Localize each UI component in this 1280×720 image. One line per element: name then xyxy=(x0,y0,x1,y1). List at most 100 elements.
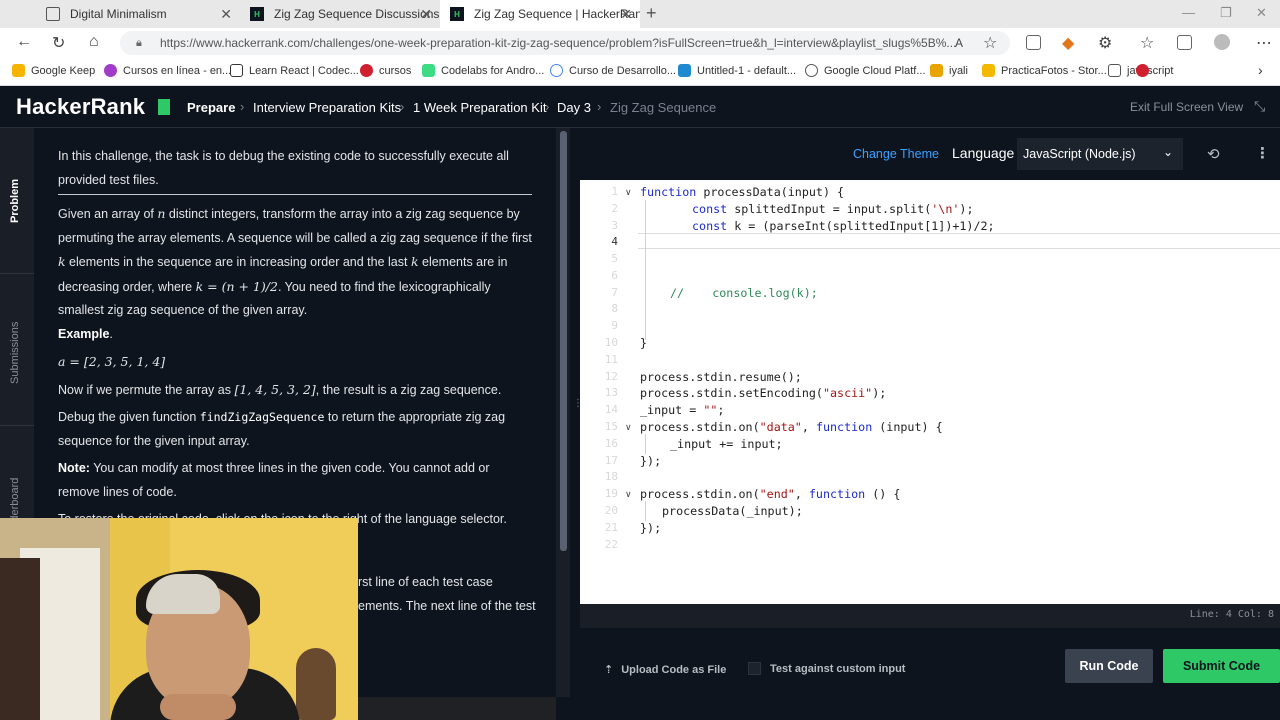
bookmark-item[interactable]: Google Cloud Platf... xyxy=(805,64,926,77)
hackerrank-logo[interactable]: HackerRank xyxy=(16,94,145,120)
code-line: }); xyxy=(640,521,662,535)
permute-text: Now if we permute the array as [1, 4, 5,… xyxy=(58,382,502,397)
profile-avatar[interactable] xyxy=(1214,34,1230,50)
bookmark-item[interactable]: Codelabs for Andro... xyxy=(422,64,544,77)
google-icon xyxy=(550,64,563,77)
code-editor[interactable]: 1 2 3 4 5 6 7 8 9 10 11 12 13 14 15 16 1… xyxy=(580,180,1280,604)
tab-digital-minimalism[interactable]: Digital Minimalism ✕ xyxy=(36,0,240,28)
bookmark-item[interactable]: Learn React | Codec... xyxy=(230,64,359,77)
chevron-right-icon: › xyxy=(597,99,602,114)
bookmark-label: Curso de Desarrollo... xyxy=(569,64,676,77)
run-code-button[interactable]: Run Code xyxy=(1065,649,1153,683)
line-number: 15 xyxy=(604,420,618,433)
line-number: 5 xyxy=(611,252,618,265)
new-tab-icon[interactable]: + xyxy=(646,3,657,24)
input-format-fragment: rst line of each test case xyxy=(358,575,493,589)
window-close-icon[interactable]: ✕ xyxy=(1256,5,1267,21)
breadcrumb-interview-kits[interactable]: Interview Preparation Kits xyxy=(253,100,401,115)
close-icon[interactable]: ✕ xyxy=(420,6,432,23)
tab-zig-zag-sequence[interactable]: H Zig Zag Sequence | HackerRank ✕ xyxy=(440,0,640,28)
bookmark-label: iyali xyxy=(949,64,968,77)
breadcrumb-current: Zig Zag Sequence xyxy=(610,100,717,115)
bookmark-item[interactable]: Untitled-1 - default... xyxy=(678,64,796,77)
extensions-puzzle-icon[interactable]: ⚙ xyxy=(1098,33,1112,53)
line-number: 2 xyxy=(611,202,618,215)
hackerrank-icon: H xyxy=(450,7,464,21)
close-icon[interactable]: ✕ xyxy=(220,6,232,23)
code-line: } xyxy=(640,336,648,350)
submit-code-button[interactable]: Submit Code xyxy=(1163,649,1280,683)
exit-fullscreen-link[interactable]: Exit Full Screen View xyxy=(1130,100,1243,114)
reload-icon[interactable]: ↻ xyxy=(52,33,65,53)
bookmark-item[interactable]: Google Keep xyxy=(12,64,95,77)
extension-icon[interactable] xyxy=(1026,35,1041,50)
code-line: process.stdin.on("data", function (input… xyxy=(640,420,943,434)
divider xyxy=(58,194,532,195)
favorites-icon[interactable]: ☆ xyxy=(1140,33,1154,53)
language-value: JavaScript (Node.js) xyxy=(1023,147,1136,161)
back-icon[interactable]: ← xyxy=(16,33,32,51)
more-options-icon[interactable]: ⋮ xyxy=(1255,144,1270,162)
breadcrumb-prepare[interactable]: Prepare xyxy=(187,100,235,115)
code-line: processData(_input); xyxy=(662,504,803,518)
reset-code-icon[interactable]: ⟲ xyxy=(1207,145,1220,163)
custom-input-label[interactable]: Test against custom input xyxy=(770,663,905,675)
language-select[interactable]: JavaScript (Node.js) ⌄ xyxy=(1017,138,1183,170)
custom-input-checkbox[interactable] xyxy=(748,662,761,675)
bookmark-label: Learn React | Codec... xyxy=(249,64,359,77)
indent-guide xyxy=(645,200,646,340)
tab-submissions[interactable]: Submissions xyxy=(9,322,21,384)
url-field[interactable]: 🔒︎ https://www.hackerrank.com/challenges… xyxy=(120,31,1010,55)
course-icon xyxy=(104,64,117,77)
bookmark-label: cursos xyxy=(379,64,412,77)
tab-discussions[interactable]: H Zig Zag Sequence Discussions | A ✕ xyxy=(240,0,440,28)
collections-icon[interactable] xyxy=(1177,35,1192,50)
line-number: 12 xyxy=(604,370,618,383)
codecademy-icon xyxy=(230,64,243,77)
bookmark-item[interactable]: Cursos en línea - en... xyxy=(104,64,231,77)
current-line-highlight xyxy=(638,233,1280,249)
line-number: 13 xyxy=(604,386,618,399)
favorite-star-icon[interactable]: ☆ xyxy=(983,33,997,53)
editor-panel: Change Theme Language JavaScript (Node.j… xyxy=(580,128,1280,720)
line-number: 8 xyxy=(611,302,618,315)
url-text: https://www.hackerrank.com/challenges/on… xyxy=(160,36,957,50)
logo-mark xyxy=(158,99,170,115)
bookmark-item[interactable] xyxy=(1136,64,1155,77)
bookmark-item[interactable]: Curso de Desarrollo... xyxy=(550,64,676,77)
change-theme-link[interactable]: Change Theme xyxy=(853,147,939,161)
bookmark-icon xyxy=(360,64,373,77)
editor-status-bar: Line: 4 Col: 8 xyxy=(580,604,1280,628)
breadcrumb-week-kit[interactable]: 1 Week Preparation Kit xyxy=(413,100,546,115)
fold-chevron-icon[interactable]: ∨ xyxy=(625,489,632,500)
upload-code-button[interactable]: ⇡ Upload Code as File xyxy=(604,663,726,676)
scrollbar-thumb[interactable] xyxy=(560,131,567,551)
chevron-right-icon[interactable]: › xyxy=(1258,62,1263,78)
close-icon[interactable]: ✕ xyxy=(620,6,632,23)
maximize-icon[interactable]: ❐ xyxy=(1220,5,1232,21)
indent-guide xyxy=(645,501,646,521)
minimize-icon[interactable]: — xyxy=(1182,5,1195,20)
fold-chevron-icon[interactable]: ∨ xyxy=(625,187,632,198)
line-number: 21 xyxy=(604,521,618,534)
bookmark-item[interactable]: iyali xyxy=(930,64,968,77)
exit-fullscreen-icon[interactable]: ⤡ xyxy=(1254,98,1265,115)
bookmark-item[interactable]: PracticaFotos - Stor... xyxy=(982,64,1107,77)
read-aloud-icon[interactable]: A xyxy=(955,36,963,50)
chevron-right-icon: › xyxy=(545,99,550,114)
tab-problem[interactable]: Problem xyxy=(9,179,21,223)
line-number: 1 xyxy=(611,185,618,198)
chevron-right-icon: › xyxy=(240,99,245,114)
bookmarks-bar: Google Keep Cursos en línea - en... Lear… xyxy=(0,58,1280,86)
code-line: const k = (parseInt(splittedInput[1])+1)… xyxy=(692,219,995,233)
breadcrumb-day3[interactable]: Day 3 xyxy=(557,100,591,115)
upload-icon: ⇡ xyxy=(604,664,614,676)
menu-more-icon[interactable]: ⋯ xyxy=(1256,33,1272,53)
fold-chevron-icon[interactable]: ∨ xyxy=(625,422,632,433)
home-icon[interactable]: ⌂ xyxy=(89,33,99,51)
webcam-person-cap xyxy=(146,574,220,614)
metamask-icon[interactable]: ◆ xyxy=(1062,33,1074,53)
pane-splitter[interactable] xyxy=(570,128,580,720)
bookmark-item[interactable]: cursos xyxy=(360,64,411,77)
code-line: process.stdin.setEncoding("ascii"); xyxy=(640,386,887,400)
